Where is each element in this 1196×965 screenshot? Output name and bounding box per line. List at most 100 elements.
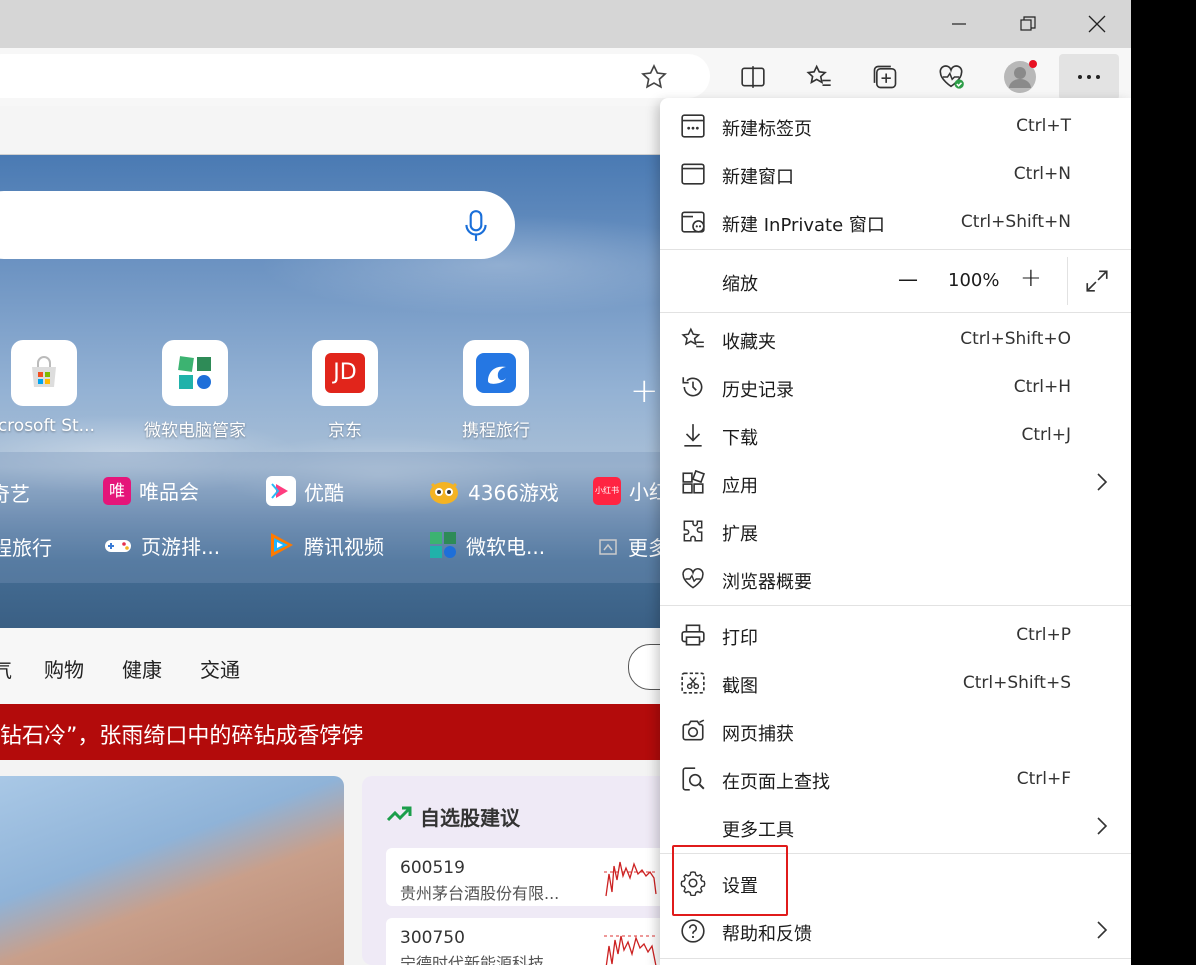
chevron-right-icon — [1097, 921, 1108, 939]
ctrip-icon — [476, 353, 516, 393]
menu-item-screenshot[interactable]: 截图 Ctrl+Shift+S — [660, 659, 1131, 707]
browser-essentials-icon — [682, 568, 704, 589]
more-menu-icon — [1078, 75, 1100, 79]
minimize-button[interactable] — [924, 0, 993, 48]
jd-icon: JD — [325, 353, 365, 393]
web-capture-icon — [682, 719, 705, 741]
favorites-button[interactable] — [795, 56, 843, 98]
site-link[interactable]: 更多 — [598, 532, 668, 561]
browser-window: icrosoft St... 微软电脑管家 JD 京东 携程旅行 + 奇艺 唯唯… — [0, 0, 1131, 965]
site-link[interactable]: 微软电... — [428, 530, 545, 560]
more-sites-icon — [599, 538, 617, 555]
menu-item-new-window[interactable]: 新建窗口 Ctrl+N — [660, 150, 1131, 198]
fullscreen-icon[interactable] — [1084, 268, 1110, 294]
trend-up-icon — [386, 806, 412, 822]
zoom-out-button[interactable]: — — [898, 267, 918, 291]
menu-item-extensions[interactable]: 扩展 — [660, 507, 1131, 555]
menu-item-favorites[interactable]: 收藏夹 Ctrl+Shift+O — [660, 315, 1131, 363]
restore-icon — [1019, 16, 1036, 31]
menu-item-history[interactable]: 历史记录 Ctrl+H — [660, 363, 1131, 411]
screenshot-icon — [681, 672, 705, 694]
microsoft-store-icon — [32, 356, 56, 387]
site-link[interactable]: 唯唯品会 — [103, 476, 199, 505]
site-link[interactable]: 奇艺 — [0, 478, 30, 507]
menu-item-find-on-page[interactable]: 在页面上查找 Ctrl+F — [660, 755, 1131, 803]
find-icon — [682, 767, 705, 791]
site-link[interactable]: 程旅行 — [0, 532, 52, 561]
chevron-right-icon — [1097, 817, 1108, 835]
profile-avatar-icon — [1004, 60, 1037, 93]
menu-item-print[interactable]: 打印 Ctrl+P — [660, 611, 1131, 659]
news-headline-banner[interactable]: 钻石冷”，张雨绮口中的碎钻成香饽饽 — [0, 704, 700, 760]
menu-item-apps[interactable]: 应用 — [660, 459, 1131, 507]
stock-sparkline — [604, 935, 658, 965]
help-icon — [681, 919, 705, 943]
menu-item-new-inprivate-window[interactable]: 新建 InPrivate 窗口 Ctrl+Shift+N — [660, 198, 1131, 246]
split-screen-icon — [741, 66, 765, 88]
site-link[interactable]: 4366游戏 — [428, 476, 559, 506]
menu-item-more-tools[interactable]: 更多工具 — [660, 803, 1131, 851]
address-bar[interactable] — [0, 54, 710, 98]
collections-button[interactable] — [861, 56, 909, 98]
more-menu-button[interactable] — [1059, 54, 1119, 100]
site-links-panel: 奇艺 唯唯品会 优酷 4366游戏 小红书小红 程旅行 页游排... 腾讯视频 … — [0, 452, 700, 583]
menu-item-downloads[interactable]: 下载 Ctrl+J — [660, 411, 1131, 459]
menu-item-new-tab[interactable]: 新建标签页 Ctrl+T — [660, 102, 1131, 150]
stock-row[interactable]: 300750 宁德时代新能源科技... — [386, 918, 676, 965]
title-bar — [0, 0, 1131, 48]
inprivate-icon — [681, 211, 705, 233]
site-link[interactable]: 页游排... — [103, 530, 220, 560]
gamepad-icon — [105, 540, 131, 552]
4366-game-icon — [430, 482, 458, 504]
favorite-star-icon[interactable] — [640, 63, 668, 91]
nav-item[interactable]: 气 — [0, 654, 12, 683]
download-icon — [684, 424, 702, 447]
close-button[interactable] — [1062, 0, 1131, 48]
zoom-in-button[interactable]: + — [1020, 263, 1042, 293]
split-screen-button[interactable] — [729, 56, 777, 98]
favorites-icon — [806, 64, 831, 86]
stock-suggestions-card: 自选股建议 600519 贵州茅台酒股份有限... 300750 宁德时代新能源… — [362, 776, 692, 965]
restore-button[interactable] — [993, 0, 1062, 48]
chevron-right-icon — [1097, 473, 1108, 491]
history-icon — [682, 377, 703, 397]
news-photo[interactable] — [0, 776, 344, 965]
apps-icon — [682, 470, 706, 494]
favorites-icon — [681, 327, 704, 348]
settings-highlight-box — [672, 845, 788, 916]
menu-item-web-capture[interactable]: 网页捕获 — [660, 707, 1131, 755]
site-link[interactable]: 腾讯视频 — [266, 530, 384, 560]
menu-item-browser-essentials[interactable]: 浏览器概要 — [660, 555, 1131, 603]
nav-item[interactable]: 交通 — [200, 654, 240, 683]
browser-essentials-button[interactable] — [927, 56, 975, 98]
search-input[interactable] — [0, 191, 515, 259]
site-link[interactable]: 优酷 — [266, 476, 344, 506]
site-link[interactable]: 小红书 小红 — [593, 476, 669, 505]
youku-icon — [266, 476, 296, 506]
microphone-icon[interactable] — [463, 209, 489, 243]
browser-essentials-icon — [939, 65, 964, 89]
close-icon — [1088, 15, 1105, 33]
stock-row[interactable]: 600519 贵州茅台酒股份有限... — [386, 848, 676, 906]
pc-manager-icon — [430, 532, 456, 558]
new-window-icon — [681, 163, 705, 185]
pc-manager-icon — [178, 356, 211, 389]
quick-link-tile[interactable]: 微软电脑管家 — [135, 340, 255, 441]
xiaohongshu-icon: 小红书 — [593, 476, 621, 505]
collections-icon — [873, 65, 897, 89]
news-category-nav: 气 购物 健康 交通 — [0, 628, 700, 704]
settings-and-more-menu: 新建标签页 Ctrl+T 新建窗口 Ctrl+N 新建 InPrivate 窗口… — [660, 98, 1131, 965]
quick-link-tile[interactable]: JD 京东 — [285, 340, 405, 441]
profile-button[interactable] — [996, 56, 1044, 98]
nav-item[interactable]: 健康 — [122, 654, 162, 683]
add-quick-link-button[interactable]: + — [630, 371, 659, 411]
quick-link-tile[interactable]: icrosoft St... — [0, 340, 104, 436]
new-tab-icon — [681, 114, 705, 138]
quick-link-tile[interactable]: 携程旅行 — [436, 340, 556, 441]
menu-item-zoom: 缩放 — 100% + — [660, 257, 1131, 305]
nav-item[interactable]: 购物 — [44, 654, 84, 683]
extensions-icon — [683, 520, 703, 542]
zoom-level: 100% — [948, 270, 1000, 291]
new-tab-background: icrosoft St... 微软电脑管家 JD 京东 携程旅行 + 奇艺 唯唯… — [0, 155, 700, 628]
stock-sparkline — [604, 861, 658, 897]
